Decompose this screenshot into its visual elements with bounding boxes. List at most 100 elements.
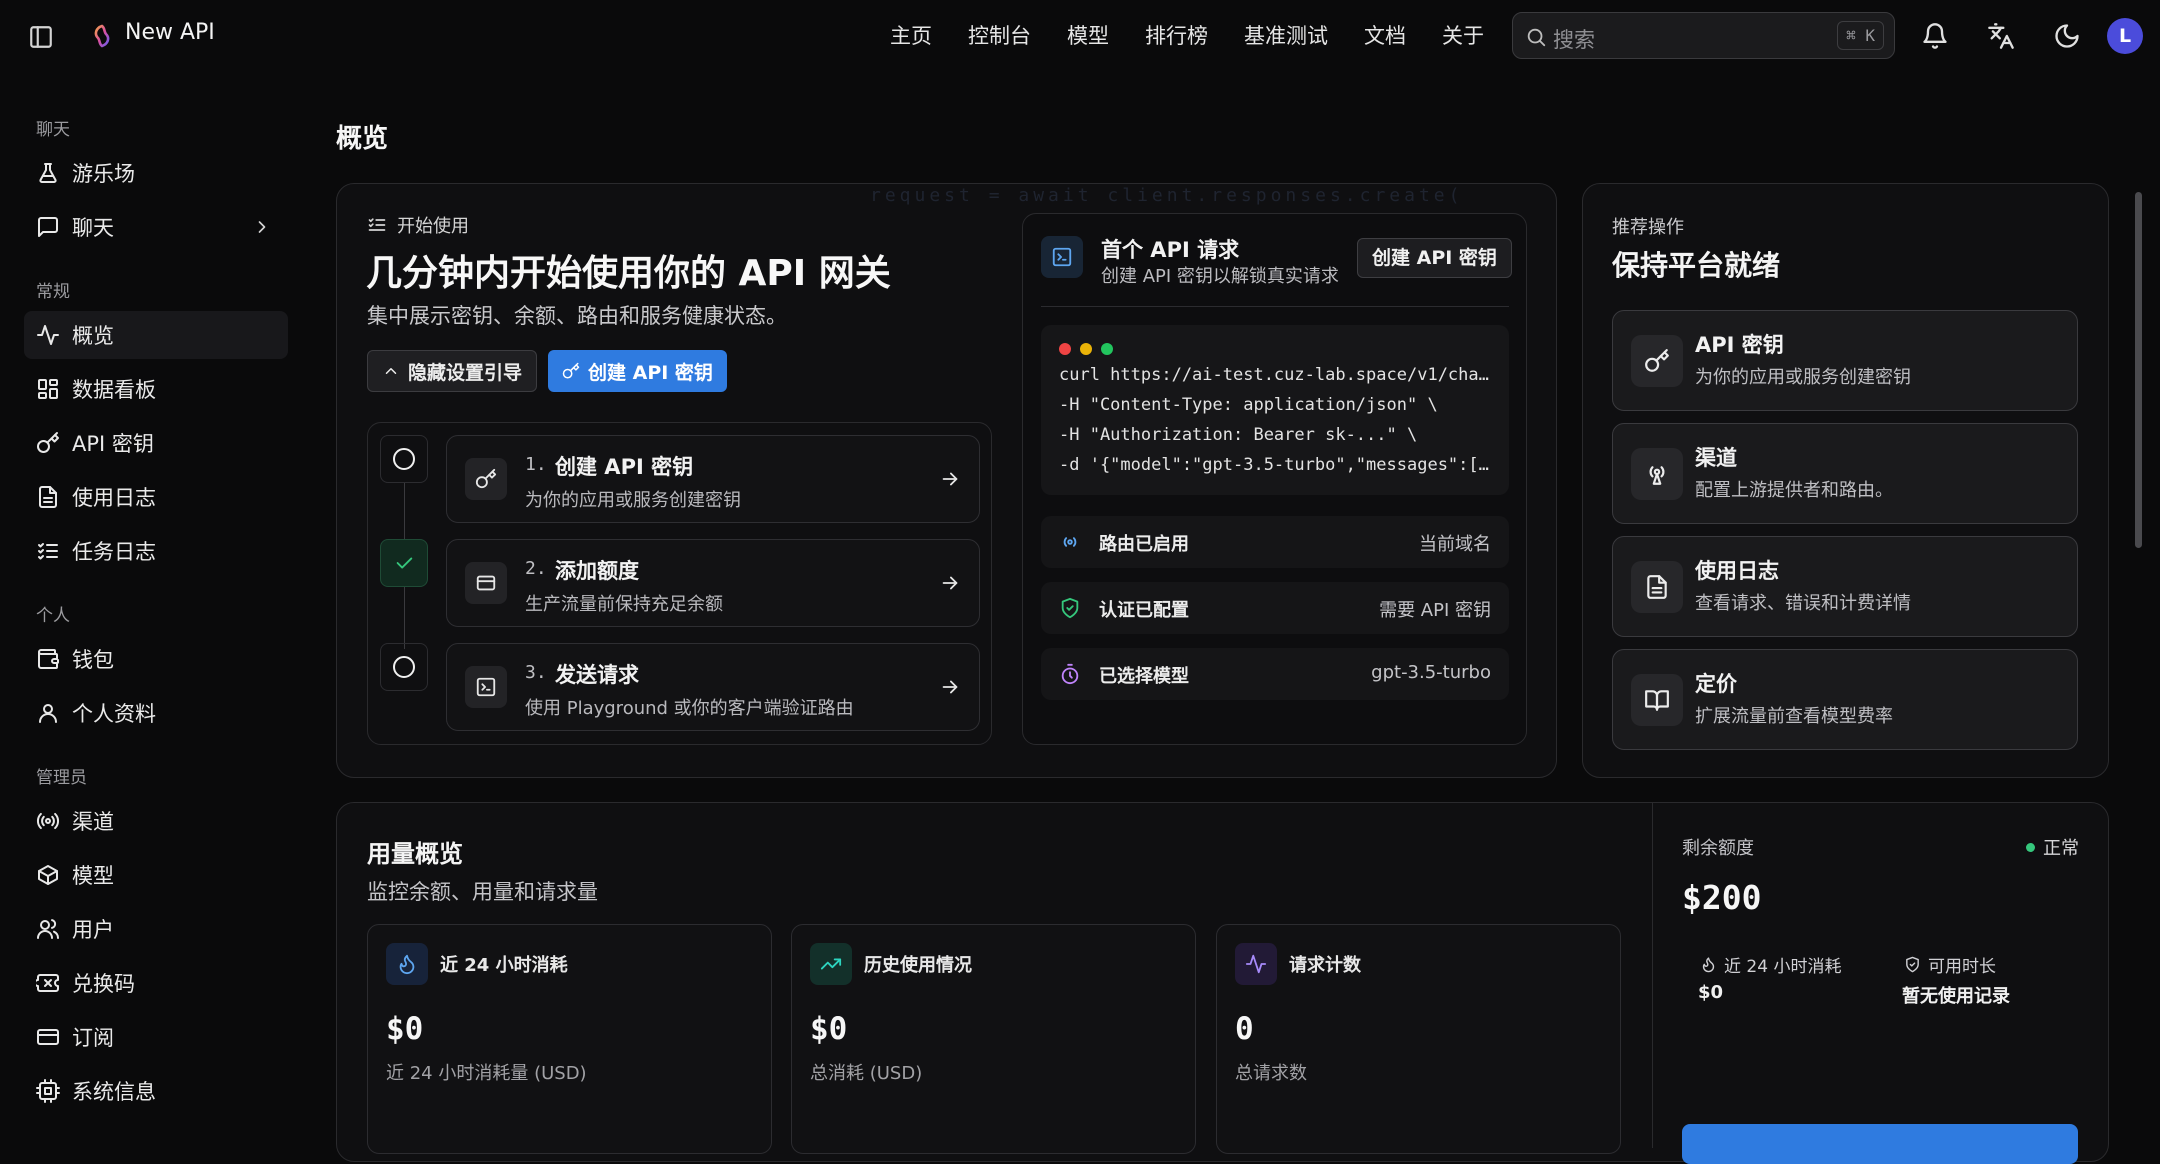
hide-setup-guide-button[interactable]: 隐藏设置引导 (367, 350, 538, 392)
sidebar-group-general: 常规 (36, 282, 70, 302)
sidebar-item-system-info[interactable]: 系统信息 (24, 1067, 288, 1115)
step-title: 创建 API 密钥 (555, 455, 694, 479)
first-request-create-key-button[interactable]: 创建 API 密钥 (1357, 238, 1512, 278)
nav-docs[interactable]: 文档 (1364, 20, 1406, 50)
getting-started-subtitle: 集中展示密钥、余额、路由和服务健康状态。 (367, 304, 787, 328)
rec-title: API 密钥 (1695, 333, 1784, 357)
sidebar-item-users[interactable]: 用户 (24, 905, 288, 953)
check-icon (396, 557, 413, 569)
theme-moon-icon[interactable] (2053, 22, 2081, 50)
setup-steps: 1. 创建 API 密钥 为你的应用或服务创建密钥 2. 添加额度 生产流量前保… (367, 422, 992, 745)
sidebar-toggle-icon[interactable] (28, 24, 54, 50)
dot-yellow (1080, 343, 1092, 355)
sidebar-item-overview[interactable]: 概览 (24, 311, 288, 359)
top-up-button[interactable] (1682, 1124, 2078, 1164)
remaining-quota-label: 剩余额度 (1682, 838, 1754, 859)
sidebar-item-usage-logs[interactable]: 使用日志 (24, 473, 288, 521)
sidebar-item-label: 渠道 (72, 810, 114, 834)
step-connector (404, 483, 405, 545)
rec-desc: 查看请求、错误和计费详情 (1695, 593, 1911, 614)
sidebar-item-label: 个人资料 (72, 702, 156, 726)
sidebar-item-label: 用户 (72, 918, 114, 942)
status-label: 已选择模型 (1099, 666, 1189, 687)
sidebar-item-dashboard[interactable]: 数据看板 (24, 365, 288, 413)
rec-desc: 为你的应用或服务创建密钥 (1695, 367, 1911, 388)
list-checks-icon (368, 218, 386, 231)
status-value: gpt-3.5-turbo (1371, 662, 1491, 683)
sidebar-item-label: 游乐场 (72, 162, 135, 186)
trending-up-icon (810, 943, 852, 985)
avatar[interactable]: L (2107, 18, 2143, 54)
rec-usage-logs[interactable]: 使用日志 查看请求、错误和计费详情 (1612, 536, 2078, 637)
code-snippet[interactable]: curl https://ai-test.cuz-lab.space/v1/ch… (1041, 325, 1509, 495)
mini-label: 近 24 小时消耗 (1724, 957, 1842, 977)
status-badge: 正常 (2026, 834, 2079, 860)
first-request-title: 首个 API 请求 (1101, 238, 1240, 262)
sidebar-item-redeem[interactable]: 兑换码 (24, 959, 288, 1007)
logo-icon[interactable] (90, 24, 114, 48)
status-label: 认证已配置 (1099, 600, 1189, 621)
code-line: curl https://ai-test.cuz-lab.space/v1/ch… (1059, 365, 1489, 385)
rec-api-keys[interactable]: API 密钥 为你的应用或服务创建密钥 (1612, 310, 2078, 411)
mini-24h-spend: 近 24 小时消耗 (1700, 952, 1841, 977)
step-create-api-key[interactable]: 1. 创建 API 密钥 为你的应用或服务创建密钥 (446, 435, 980, 523)
step-add-credit[interactable]: 2. 添加额度 生产流量前保持充足余额 (446, 539, 980, 627)
nav-benchmark[interactable]: 基准测试 (1244, 20, 1328, 50)
rec-channels[interactable]: 渠道 配置上游提供者和路由。 (1612, 423, 2078, 524)
shield-check-icon (1061, 597, 1079, 619)
radio-tower-icon (36, 809, 60, 833)
mini-value: 暂无使用记录 (1902, 986, 2010, 1007)
translate-icon[interactable] (1987, 22, 2015, 50)
sidebar-item-subscriptions[interactable]: 订阅 (24, 1013, 288, 1061)
list-checks-icon (36, 539, 60, 563)
divider (1041, 306, 1509, 307)
chevron-up-icon (385, 368, 397, 374)
mini-duration: 可用时长 (1904, 952, 1996, 977)
radio-tower-icon (1063, 537, 1077, 547)
scrollbar-thumb[interactable] (2135, 192, 2142, 548)
sidebar-item-task-logs[interactable]: 任务日志 (24, 527, 288, 575)
cpu-icon (36, 1079, 60, 1103)
create-api-key-button[interactable]: 创建 API 密钥 (548, 350, 727, 392)
sidebar-item-models[interactable]: 模型 (24, 851, 288, 899)
sidebar-item-wallet[interactable]: 钱包 (24, 635, 288, 683)
code-line: -H "Content-Type: application/json" \ (1059, 395, 1438, 415)
sidebar-item-profile[interactable]: 个人资料 (24, 689, 288, 737)
sidebar-item-label: 钱包 (72, 648, 114, 672)
remaining-quota-value: $200 (1682, 878, 1762, 917)
file-text-icon (36, 485, 60, 509)
rec-title: 定价 (1695, 672, 1737, 696)
sidebar-group-admin: 管理员 (36, 768, 87, 788)
nav-about[interactable]: 关于 (1442, 20, 1484, 50)
hide-setup-guide-label: 隐藏设置引导 (408, 361, 523, 384)
sidebar-item-label: API 密钥 (72, 432, 154, 456)
usage-subtitle: 监控余额、用量和请求量 (367, 880, 598, 904)
sidebar-item-chat[interactable]: 聊天 (24, 203, 288, 251)
sidebar-item-api-keys[interactable]: API 密钥 (24, 419, 288, 467)
stat-value: $0 (810, 1011, 848, 1047)
key-icon (465, 458, 507, 500)
brand-name[interactable]: New API (125, 20, 215, 45)
nav-home[interactable]: 主页 (890, 20, 932, 50)
credit-card-icon (465, 562, 507, 604)
bell-icon[interactable] (1921, 22, 1949, 50)
search-icon (1525, 26, 1547, 48)
status-text: 正常 (2043, 838, 2079, 859)
step-number: 1. (525, 454, 547, 475)
step-status-done (380, 539, 428, 587)
search-input[interactable]: 搜索 ⌘ K (1512, 12, 1895, 59)
sidebar-item-label: 订阅 (72, 1026, 114, 1050)
sidebar-item-playground[interactable]: 游乐场 (24, 149, 288, 197)
mini-label: 可用时长 (1928, 957, 1996, 977)
nav-leaderboard[interactable]: 排行榜 (1145, 20, 1208, 50)
flask-icon (36, 161, 60, 185)
nav-models[interactable]: 模型 (1067, 20, 1109, 50)
stat-request-count: 请求计数 0 总请求数 (1216, 924, 1621, 1154)
rec-pricing[interactable]: 定价 扩展流量前查看模型费率 (1612, 649, 2078, 750)
recommended-title: 保持平台就绪 (1612, 249, 1781, 282)
step-connector (404, 587, 405, 649)
nav-console[interactable]: 控制台 (968, 20, 1031, 50)
sidebar-item-channels[interactable]: 渠道 (24, 797, 288, 845)
code-line: -d '{"model":"gpt-3.5-turbo","messages":… (1059, 455, 1489, 475)
step-send-request[interactable]: 3. 发送请求 使用 Playground 或你的客户端验证路由 (446, 643, 980, 731)
